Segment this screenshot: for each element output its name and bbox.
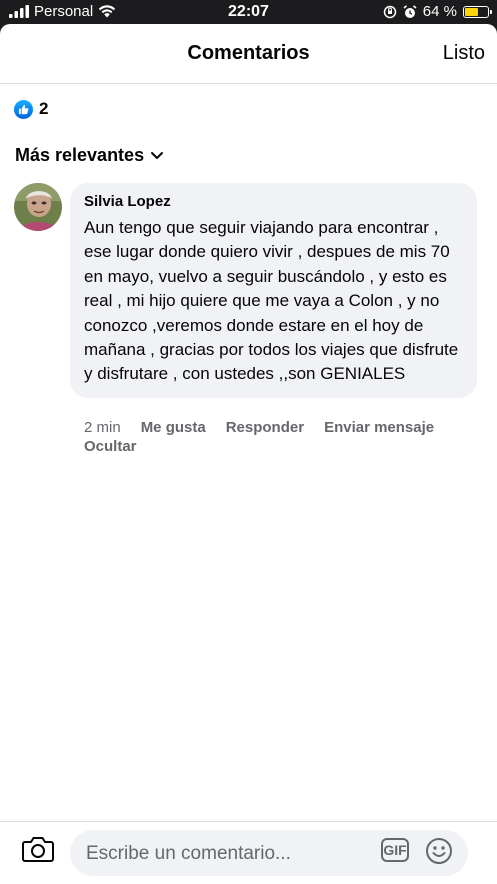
comment-actions: 2 min Me gusta Responder Enviar mensaje … [84,419,484,455]
battery-icon [463,5,492,18]
alarm-icon [403,4,417,18]
comment-input-box[interactable]: GIF [70,830,468,878]
chevron-down-icon [151,152,164,159]
reaction-summary[interactable]: 2 [14,99,48,119]
like-button[interactable]: Me gusta [141,419,206,436]
comment-timestamp: 2 min [84,419,121,436]
comment-bubble[interactable]: Silvia Lopez Aun tengo que seguir viajan… [70,183,477,398]
reply-button[interactable]: Responder [226,419,304,436]
comment-input[interactable] [84,830,368,878]
like-icon [14,99,33,119]
sort-dropdown[interactable]: Más relevantes [15,145,164,166]
comment-composer: GIF [0,821,497,884]
battery-level-fill [465,7,478,16]
emoji-icon[interactable] [425,837,453,865]
camera-icon[interactable] [22,835,54,863]
sort-label: Más relevantes [15,145,145,165]
comment-text: Aun tengo que seguir viajando para encon… [84,218,459,384]
done-button[interactable]: Listo [443,42,485,65]
comment-author[interactable]: Silvia Lopez [84,193,463,210]
page-title: Comentarios [187,42,310,64]
reaction-count: 2 [39,99,49,118]
sheet-header: Comentarios Listo [0,24,497,84]
gif-button[interactable]: GIF [381,838,409,862]
status-bar: Personal 22:07 64 % [0,0,497,24]
comments-sheet: Comentarios Listo 2 Más relevantes Silvi… [0,24,497,884]
avatar[interactable] [14,183,62,231]
orientation-lock-icon [383,5,397,18]
hide-button[interactable]: Ocultar [84,438,137,455]
send-message-button[interactable]: Enviar mensaje [324,419,434,436]
battery-percent: 64 % [422,3,457,20]
